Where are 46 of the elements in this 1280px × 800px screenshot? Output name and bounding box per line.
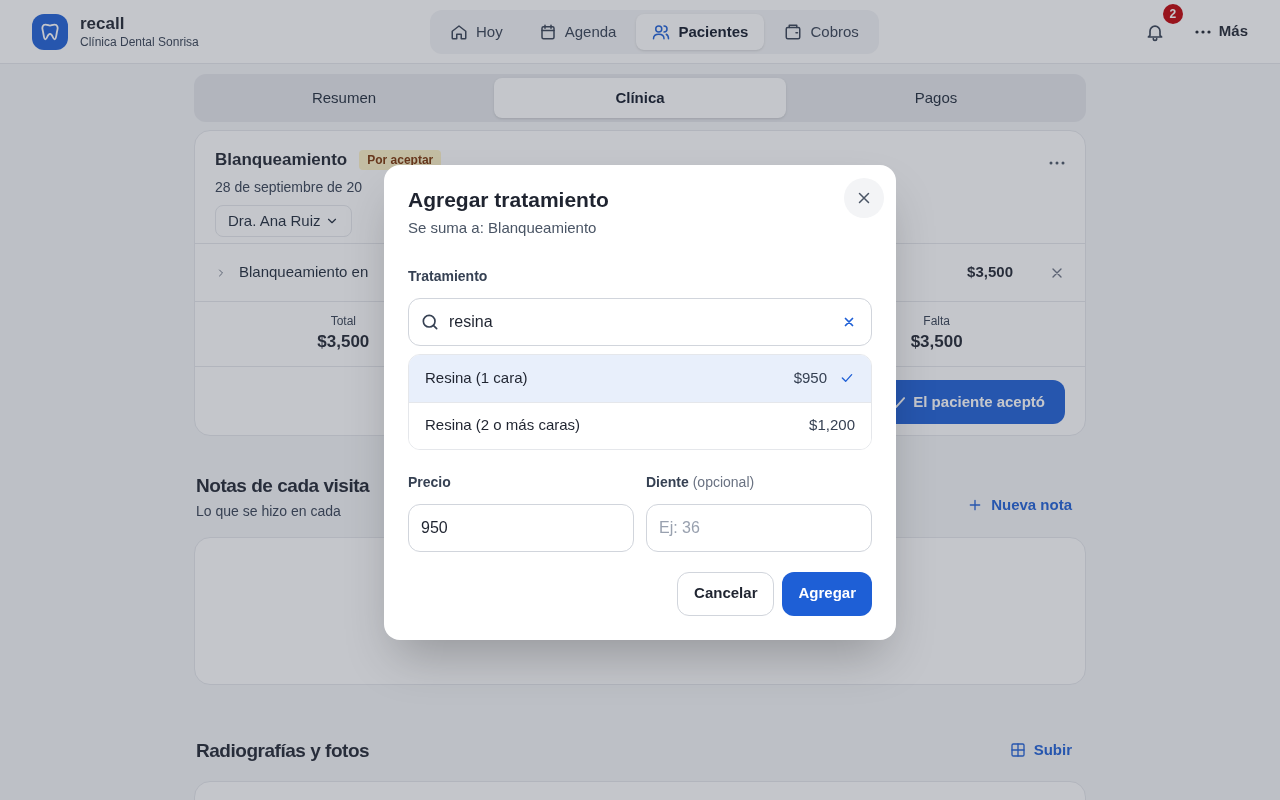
notification-badge: 2 [1162, 3, 1183, 24]
wallet-icon [784, 23, 803, 41]
section-tab[interactable]: Pagos [790, 78, 1082, 118]
submit-button[interactable]: Agregar [782, 571, 872, 616]
section-action-link[interactable]: Nueva nota [967, 494, 1072, 517]
search-field[interactable]: resina [408, 297, 872, 346]
section-tab[interactable]: Clínica [494, 78, 786, 118]
cancel-button[interactable]: Cancelar [677, 571, 775, 616]
field-label: Diente (opcional) [646, 472, 756, 492]
option-item[interactable]: Resina (1 cara) $950 [409, 354, 871, 402]
section-title: Notas de cada visita [196, 474, 370, 498]
app-name: recall [80, 12, 126, 35]
total-label: Total [330, 313, 356, 330]
section-action-link[interactable]: Subir [1009, 738, 1072, 761]
total-label: Falta [923, 313, 950, 330]
plan-date: 28 de septiembre de 20 [215, 177, 364, 197]
total-value: $3,500 [910, 331, 963, 354]
tooth-field[interactable]: Ej: 36 [646, 503, 872, 552]
treatment-price: $3,500 [967, 262, 1013, 283]
field-label: Precio [408, 472, 452, 492]
upload-icon [1009, 741, 1026, 758]
treatment-name: Blanqueamiento en [239, 262, 369, 283]
dialog-title: Agregar tratamiento [408, 187, 609, 213]
section-subtitle: Lo que se hizo en cada [196, 501, 342, 521]
users-icon [652, 23, 671, 41]
total-value: $3,500 [317, 331, 370, 354]
more-icon [1049, 161, 1065, 165]
option-item[interactable]: Resina (2 o más caras) $1,200 [409, 401, 871, 449]
close-button[interactable] [844, 178, 884, 218]
home-icon [450, 23, 468, 41]
field-label: Tratamiento [408, 266, 489, 286]
nav-tab[interactable]: Agenda [522, 14, 633, 50]
more-icon [1194, 29, 1211, 34]
calendar-icon [538, 23, 557, 41]
section-title: Radiografías y fotos [196, 738, 370, 763]
doctor-select[interactable]: Dra. Ana Ruiz [215, 204, 352, 237]
nav-tab[interactable]: Cobros [768, 14, 875, 50]
dialog-subtitle: Se suma a: Blanqueamiento [408, 218, 598, 238]
plan-title: Blanqueamiento [215, 149, 348, 171]
more-options-button[interactable] [1049, 161, 1065, 165]
more-menu-button[interactable]: Más [1194, 20, 1248, 43]
nav-tab[interactable]: Pacientes [636, 14, 765, 50]
clinic-name: Clínica Dental Sonrisa [80, 34, 199, 51]
price-field[interactable]: 950 [408, 503, 634, 552]
section-tab[interactable]: Resumen [198, 78, 490, 118]
nav-tab[interactable]: Hoy [434, 14, 519, 50]
